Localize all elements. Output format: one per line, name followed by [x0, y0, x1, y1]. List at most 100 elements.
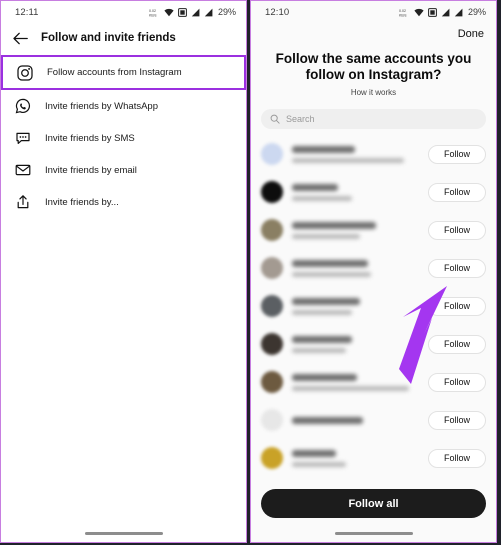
- menu-item-sms[interactable]: Invite friends by SMS: [1, 122, 246, 154]
- account-row: Follow: [251, 135, 496, 173]
- status-icons: 0.02 KB/s 29%: [149, 7, 236, 17]
- sim-icon: [178, 7, 187, 17]
- account-username: [292, 221, 377, 229]
- follow-button[interactable]: Follow: [428, 258, 486, 278]
- highlighted-menu-item[interactable]: Follow accounts from Instagram: [1, 55, 246, 90]
- wifi-icon: [164, 8, 174, 16]
- account-row: Follow: [251, 173, 496, 211]
- svg-text:KB/s: KB/s: [399, 13, 407, 17]
- page-title: Follow and invite friends: [41, 32, 176, 44]
- avatar: [261, 447, 283, 469]
- menu-item-whatsapp[interactable]: Invite friends by WhatsApp: [1, 90, 246, 122]
- account-description: [292, 347, 347, 353]
- account-text: [292, 183, 428, 201]
- how-it-works-link[interactable]: How it works: [251, 88, 496, 97]
- sheet-title: Follow the same accounts you follow on I…: [275, 51, 472, 82]
- account-username: [292, 259, 369, 267]
- menu-item-label: Invite friends by SMS: [45, 132, 135, 144]
- battery-percentage: 29%: [467, 7, 486, 17]
- account-description: [292, 309, 352, 315]
- account-description: [292, 157, 404, 163]
- search-placeholder: Search: [286, 114, 315, 124]
- menu-item-label: Invite friends by email: [45, 164, 137, 176]
- account-description: [292, 461, 347, 467]
- account-text: [292, 416, 428, 424]
- signal-icon: [204, 8, 213, 16]
- sms-bubble-icon: [16, 132, 30, 144]
- follow-button[interactable]: Follow: [428, 220, 486, 240]
- done-button[interactable]: Done: [458, 28, 484, 40]
- account-username: [292, 183, 339, 191]
- screenshot-stage: 12:11 0.02 KB/s 29% Follow and invite fr…: [0, 0, 501, 545]
- account-text: [292, 373, 428, 391]
- account-text: [292, 259, 428, 277]
- account-username: [292, 145, 355, 153]
- signal-icon: [454, 8, 463, 16]
- follow-button[interactable]: Follow: [428, 144, 486, 164]
- menu-item-label: Invite friends by WhatsApp: [45, 100, 158, 112]
- search-icon: [270, 114, 280, 124]
- follow-button[interactable]: Follow: [428, 296, 486, 316]
- account-description: [292, 195, 352, 201]
- follow-button[interactable]: Follow: [428, 372, 486, 392]
- account-username: [292, 416, 363, 424]
- follow-button[interactable]: Follow: [428, 182, 486, 202]
- whatsapp-icon: [15, 98, 31, 114]
- status-clock: 12:10: [265, 6, 290, 18]
- account-username: [292, 335, 352, 343]
- signal-icon: [441, 8, 450, 16]
- account-text: [292, 335, 428, 353]
- left-phone-panel: 12:11 0.02 KB/s 29% Follow and invite fr…: [0, 0, 247, 543]
- left-status-bar: 12:11 0.02 KB/s 29%: [1, 1, 246, 23]
- account-row: Follow: [251, 211, 496, 249]
- follow-button[interactable]: Follow: [428, 410, 486, 430]
- menu-item-email[interactable]: Invite friends by email: [1, 154, 246, 186]
- data-speed-icon: 0.02 KB/s: [399, 9, 407, 17]
- menu-item-label: Follow accounts from Instagram: [47, 67, 182, 78]
- avatar: [261, 219, 283, 241]
- account-row: Follow: [251, 325, 496, 363]
- avatar: [261, 333, 283, 355]
- avatar: [261, 181, 283, 203]
- sim-icon: [428, 7, 437, 17]
- account-username: [292, 297, 360, 305]
- account-username: [292, 449, 336, 457]
- avatar: [261, 295, 283, 317]
- account-text: [292, 221, 428, 239]
- data-speed-icon: 0.02 KB/s: [149, 9, 157, 17]
- status-clock: 12:11: [15, 6, 39, 18]
- account-row: Follow: [251, 363, 496, 401]
- avatar: [261, 371, 283, 393]
- account-text: [292, 449, 428, 467]
- follow-button[interactable]: Follow: [428, 334, 486, 354]
- avatar: [261, 409, 283, 431]
- done-bar: Done: [251, 23, 496, 45]
- account-row: Follow: [251, 249, 496, 287]
- home-indicator: [84, 532, 163, 535]
- right-status-bar: 12:10 0.02 KB/s 29%: [251, 1, 496, 23]
- avatar: [261, 143, 283, 165]
- menu-item-label: Invite friends by...: [45, 196, 119, 208]
- account-description: [292, 233, 360, 239]
- back-arrow-icon[interactable]: [13, 32, 28, 45]
- status-icons: 0.02 KB/s 29%: [399, 7, 486, 17]
- svg-text:KB/s: KB/s: [149, 13, 157, 17]
- account-row: Follow: [251, 439, 496, 477]
- menu-item-share[interactable]: Invite friends by...: [1, 186, 246, 218]
- search-input[interactable]: Search: [261, 109, 486, 129]
- account-row: Follow: [251, 401, 496, 439]
- follow-button[interactable]: Follow: [428, 448, 486, 468]
- svg-text:0.02: 0.02: [399, 9, 406, 13]
- account-row: Follow: [251, 287, 496, 325]
- envelope-icon: [15, 164, 31, 176]
- share-icon: [17, 195, 29, 209]
- account-description: [292, 385, 409, 391]
- account-text: [292, 297, 428, 315]
- battery-percentage: 29%: [217, 7, 236, 17]
- follow-all-button[interactable]: Follow all: [261, 489, 486, 518]
- menu-item-instagram[interactable]: Follow accounts from Instagram: [3, 57, 244, 88]
- avatar: [261, 257, 283, 279]
- right-phone-panel: 12:10 0.02 KB/s 29% Done Follow the same…: [250, 0, 497, 543]
- account-text: [292, 145, 428, 163]
- app-bar: Follow and invite friends: [1, 23, 246, 53]
